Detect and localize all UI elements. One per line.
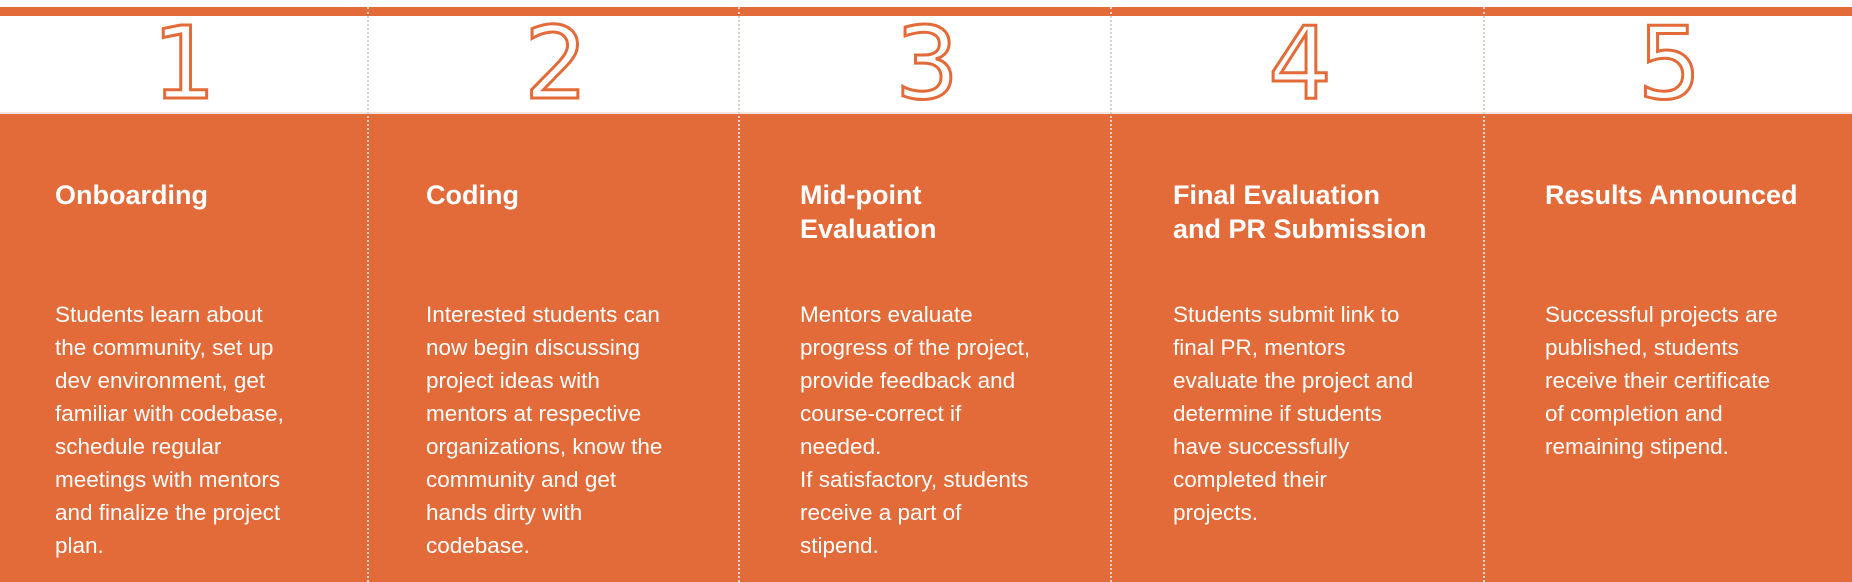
step-number-wrapper: 3 <box>742 5 1112 122</box>
step-title: Onboarding <box>55 180 208 210</box>
step-5: 5 Results Announced Successful projects … <box>1487 0 1852 582</box>
step-description: Students submit link to final PR, mentor… <box>1173 302 1414 525</box>
step-number: 4 <box>1267 5 1334 122</box>
step-2: 2 Coding Interested students can now beg… <box>372 0 740 582</box>
step-title: Results Announced <box>1545 180 1798 210</box>
step-number: 3 <box>894 5 961 122</box>
step-description: Interested students can now begin discus… <box>426 302 663 558</box>
step-3: 3 Mid-point Evaluation Mentors evaluate … <box>742 0 1112 582</box>
step-number: 5 <box>1636 5 1703 122</box>
step-number: 1 <box>151 5 218 122</box>
step-4: 4 Final Evaluation and PR Submission Stu… <box>1114 0 1486 582</box>
step-number-wrapper: 1 <box>0 5 368 122</box>
program-timeline: 1 Onboarding Students learn about the co… <box>0 0 1852 582</box>
step-description: Successful projects are published, stude… <box>1545 302 1778 459</box>
step-title: Mid-point Evaluation <box>800 180 937 244</box>
step-number: 2 <box>523 5 590 122</box>
step-title: Coding <box>426 180 519 210</box>
step-title: Final Evaluation and PR Submission <box>1173 180 1427 244</box>
step-description: Students learn about the community, set … <box>55 302 284 558</box>
step-description: Mentors evaluate progress of the project… <box>800 302 1031 558</box>
step-number-wrapper: 2 <box>372 5 740 122</box>
step-1: 1 Onboarding Students learn about the co… <box>0 0 368 582</box>
step-number-wrapper: 5 <box>1487 5 1852 122</box>
step-number-wrapper: 4 <box>1114 5 1486 122</box>
